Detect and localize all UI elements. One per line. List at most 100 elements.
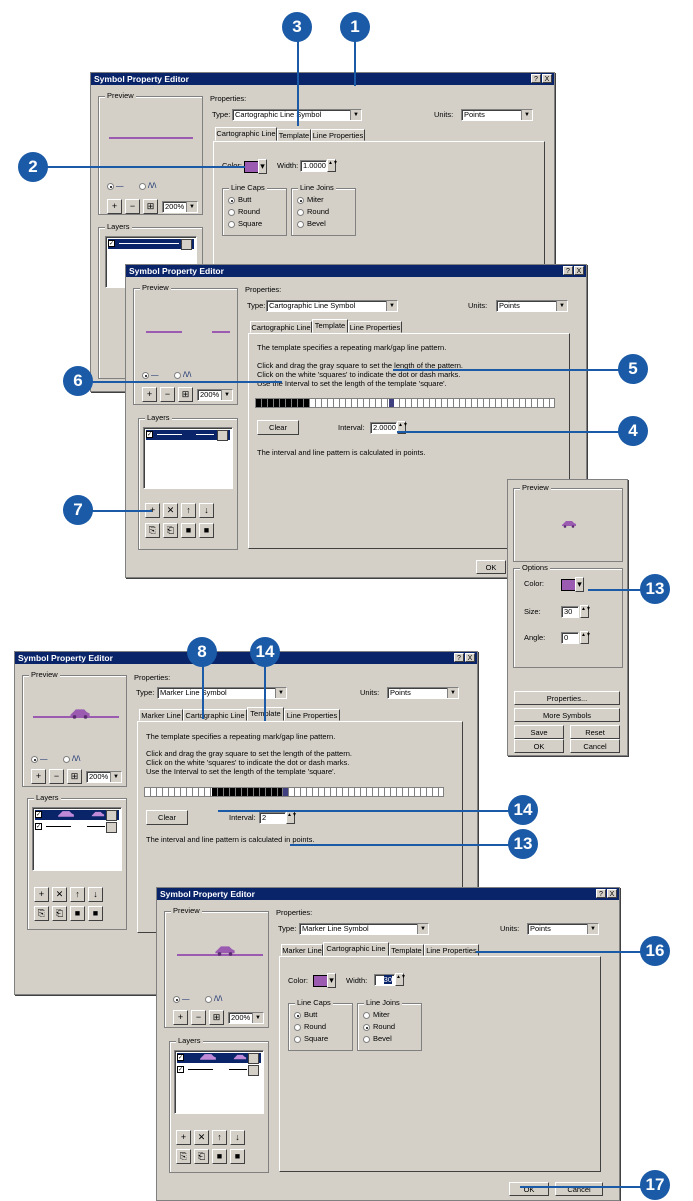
save-button[interactable]: Save	[514, 725, 564, 739]
zoom-out-button[interactable]: −	[125, 199, 140, 214]
move-up-button[interactable]: ↑	[70, 887, 85, 902]
combine-layer-button[interactable]: ■	[199, 523, 214, 538]
layer-checkbox[interactable]: ✓	[177, 1066, 184, 1073]
zoom-out-button[interactable]: −	[160, 387, 175, 402]
line-preview-radio[interactable]	[107, 183, 114, 190]
paste-layer-button[interactable]: ⎗	[163, 523, 178, 538]
layers-list[interactable]: ✓ ✓	[32, 807, 122, 871]
properties-button[interactable]: Properties...	[514, 691, 620, 705]
move-down-button[interactable]: ↓	[88, 887, 103, 902]
layers-list[interactable]: ✓	[143, 427, 233, 489]
cap-square-radio[interactable]	[228, 221, 235, 228]
ok-button[interactable]: OK	[514, 739, 564, 753]
template-marks[interactable]	[256, 399, 310, 407]
tab-cartographic-line[interactable]: Cartographic Line	[215, 127, 277, 141]
size-spinner[interactable]: ▲▼	[580, 605, 591, 618]
lock-layer-button[interactable]: ■	[181, 523, 196, 538]
layer-checkbox[interactable]: ✓	[35, 823, 42, 830]
move-up-button[interactable]: ↑	[181, 503, 196, 518]
tab-line-properties[interactable]: Line Properties	[348, 321, 402, 333]
join-round-radio[interactable]	[297, 209, 304, 216]
ok-button[interactable]: OK	[476, 560, 506, 574]
zoom-in-button[interactable]: +	[31, 769, 46, 784]
join-bevel-radio[interactable]	[363, 1036, 370, 1043]
layer-row[interactable]: ✓	[108, 239, 194, 250]
tab-cartographic-line[interactable]: Cartographic Line	[250, 321, 312, 333]
layer-checkbox[interactable]: ✓	[35, 811, 42, 818]
layer-checkbox[interactable]: ✓	[177, 1054, 184, 1061]
lock-layer-button[interactable]: ■	[70, 906, 85, 921]
more-symbols-button[interactable]: More Symbols	[514, 708, 620, 722]
type-combo[interactable]: Marker Line Symbol ▼	[299, 923, 429, 935]
layer-row[interactable]: ✓	[146, 430, 230, 441]
copy-layer-button[interactable]: ⎘	[176, 1149, 191, 1164]
delete-layer-button[interactable]: ✕	[163, 503, 178, 518]
move-down-button[interactable]: ↓	[199, 503, 214, 518]
ok-button[interactable]: OK	[509, 1182, 549, 1196]
interval-spinner[interactable]: ▲▼	[286, 811, 297, 824]
layer-props-icon[interactable]	[106, 810, 117, 821]
tab-line-properties[interactable]: Line Properties	[284, 709, 340, 721]
layer-row-marker[interactable]: ✓	[177, 1053, 261, 1064]
width-field[interactable]: 30	[374, 974, 395, 986]
zoom-combo[interactable]: 200% ▼	[86, 771, 122, 783]
tab-line-properties[interactable]: Line Properties	[424, 944, 479, 956]
layer-row-line[interactable]: ✓	[177, 1065, 261, 1076]
add-layer-button[interactable]: +	[176, 1130, 191, 1145]
help-button[interactable]: ?	[563, 266, 573, 275]
layers-list[interactable]: ✓ ✓	[174, 1050, 264, 1114]
tab-template[interactable]: Template	[277, 129, 311, 141]
layer-props-icon[interactable]	[217, 430, 228, 441]
interval-field[interactable]: 2	[259, 812, 286, 824]
tab-template[interactable]: Template	[312, 319, 348, 333]
type-combo[interactable]: Cartographic Line Symbol ▼	[266, 300, 398, 312]
layer-checkbox[interactable]: ✓	[108, 240, 115, 247]
copy-layer-button[interactable]: ⎘	[145, 523, 160, 538]
zoom-out-button[interactable]: −	[49, 769, 64, 784]
line-preview-radio[interactable]	[31, 756, 38, 763]
fit-button[interactable]: ⊞	[209, 1010, 224, 1025]
add-layer-button[interactable]: +	[34, 887, 49, 902]
layer-row-marker[interactable]: ✓	[35, 810, 119, 821]
join-bevel-radio[interactable]	[297, 221, 304, 228]
units-combo[interactable]: Points ▼	[527, 923, 599, 935]
delete-layer-button[interactable]: ✕	[52, 887, 67, 902]
close-button[interactable]: X	[607, 889, 617, 898]
tab-marker-line[interactable]: Marker Line	[281, 944, 323, 956]
paste-layer-button[interactable]: ⎗	[52, 906, 67, 921]
join-miter-radio[interactable]	[297, 197, 304, 204]
fit-button[interactable]: ⊞	[143, 199, 158, 214]
help-button[interactable]: ?	[454, 653, 464, 662]
zoom-in-button[interactable]: +	[173, 1010, 188, 1025]
zoom-in-button[interactable]: +	[142, 387, 157, 402]
tab-marker-line[interactable]: Marker Line	[139, 709, 183, 721]
template-marks[interactable]	[212, 788, 282, 796]
zoom-out-button[interactable]: −	[191, 1010, 206, 1025]
angle-spinner[interactable]: ▲▼	[580, 631, 591, 644]
cap-butt-radio[interactable]	[294, 1012, 301, 1019]
zoom-combo[interactable]: 200% ▼	[228, 1012, 264, 1024]
layer-row-line[interactable]: ✓	[35, 822, 119, 833]
polyline-preview-radio[interactable]	[139, 183, 146, 190]
template-gray-handle[interactable]	[283, 788, 288, 796]
combine-layer-button[interactable]: ■	[88, 906, 103, 921]
cap-butt-radio[interactable]	[228, 197, 235, 204]
polyline-preview-radio[interactable]	[63, 756, 70, 763]
close-button[interactable]: X	[542, 74, 552, 83]
zoom-combo[interactable]: 200% ▼	[162, 201, 198, 213]
clear-button[interactable]: Clear	[146, 810, 188, 825]
color-dropdown[interactable]: ▾	[575, 577, 584, 592]
polyline-preview-radio[interactable]	[205, 996, 212, 1003]
color-dropdown[interactable]: ▾	[258, 159, 267, 174]
cap-round-radio[interactable]	[228, 209, 235, 216]
width-spinner[interactable]: ▲▼	[327, 159, 338, 172]
fit-button[interactable]: ⊞	[178, 387, 193, 402]
paste-layer-button[interactable]: ⎗	[194, 1149, 209, 1164]
tab-template[interactable]: Template	[389, 944, 424, 956]
angle-field[interactable]: 0	[561, 632, 579, 644]
line-preview-radio[interactable]	[142, 372, 149, 379]
reset-button[interactable]: Reset	[570, 725, 620, 739]
layer-props-icon[interactable]	[181, 239, 192, 250]
move-down-button[interactable]: ↓	[230, 1130, 245, 1145]
layer-props-icon[interactable]	[248, 1053, 259, 1064]
